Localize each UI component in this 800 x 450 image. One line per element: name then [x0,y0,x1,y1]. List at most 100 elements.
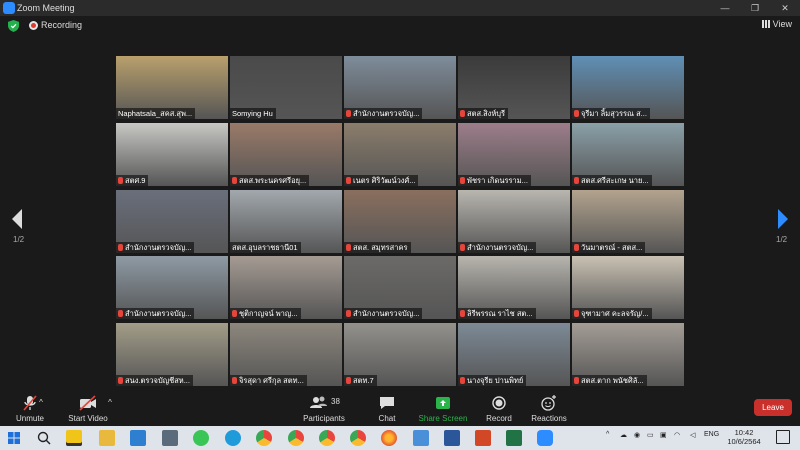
participant-video-tile[interactable]: สตส. สมุทรสาคร [344,189,456,253]
participant-name: สตส.พระนครศรีอยุ... [239,175,307,185]
next-page-arrow-icon[interactable] [776,208,790,230]
video-options-chevron-icon[interactable]: ^ [105,398,115,407]
muted-mic-icon [574,310,579,318]
participant-name: สำนักงานตรวจบัญ... [353,309,420,319]
calculator-icon[interactable] [162,430,178,446]
participant-name: นางจุรีย ปานพิทย์ [467,376,524,385]
powerpoint-app-icon[interactable] [475,430,491,446]
tray-overflow-chevron-icon[interactable]: ^ [606,431,609,438]
participant-count: 38 [331,397,340,406]
chat-button[interactable]: Chat [357,394,417,423]
participant-name-label: ชุติกาญจน์ พาญ... [230,308,301,320]
participant-video-tile[interactable]: วันมาตรณ์ - สตส... [572,189,684,253]
participant-name: สตท.7 [353,376,374,385]
onedrive-cloud-icon[interactable]: ☁ [620,431,627,439]
participant-video-tile[interactable]: นางจุรีย ปานพิทย์ [458,323,570,386]
excel-app-icon[interactable] [506,430,522,446]
participant-video-tile[interactable]: สตส.ตาก พนัชศิลั... [572,323,684,386]
participant-name-label: สตส.ตาก พนัชศิลั... [572,375,647,386]
participant-video-tile[interactable]: Naphatsala_สคส.สุพ... [116,56,228,119]
zoom-app-icon[interactable] [537,430,553,446]
participant-video-tile[interactable]: สำนักงานตรวจบัญ... [116,189,228,253]
participant-name: จุรีมา ลิ้มสุวรรณ ส... [581,109,647,118]
participant-video-tile[interactable]: สตส.พระนครศรีอยุ... [230,122,342,186]
volume-icon[interactable]: ◁ [690,431,695,439]
minimize-button[interactable]: — [710,0,740,16]
input-language[interactable]: ENG [704,431,719,438]
chrome-browser-icon-3[interactable] [319,430,335,446]
participant-name: จิรสุดา ศรีกุล สตท... [239,376,304,385]
close-button[interactable]: ✕ [770,0,800,16]
participant-video-tile[interactable]: สตท.7 [344,323,456,386]
participant-name-label: Somying Hu [230,108,276,119]
participant-video-tile[interactable]: สำนักงานตรวจบัญ... [116,256,228,320]
participant-name: ลิรีพรรณ ราไช สต... [467,309,533,319]
record-label: Record [486,414,512,423]
participant-video-tile[interactable]: จุรีมา ลิ้มสุวรรณ ส... [572,56,684,119]
previous-page-arrow-icon[interactable] [10,208,24,230]
file-explorer-icon[interactable] [99,430,115,446]
reactions-button[interactable]: Reactions [519,394,579,423]
participant-video-tile[interactable]: จุฑามาศ คะลจรัญ/... [572,256,684,320]
participant-video-tile[interactable]: สนง.ตรวจบัญชีสห... [116,323,228,386]
participant-video-tile[interactable]: สตส.ศรีสะเกษ นาย... [572,122,684,186]
audio-options-chevron-icon[interactable]: ^ [36,398,46,407]
muted-mic-icon [574,377,579,384]
reactions-label: Reactions [531,414,567,423]
participant-video-tile[interactable]: สำนักงานตรวจบัญ... [344,56,456,119]
participant-video-tile[interactable]: จิรสุดา ศรีกุล สตท... [230,323,342,386]
windows-start-icon[interactable] [6,430,22,446]
participant-name-label: สตศ.9 [116,174,149,186]
participant-video-tile[interactable]: พัชรา เกิดนรราม... [458,122,570,186]
participant-name-label: สตส.สิงห์บุรี [458,108,509,119]
sticky-notes-app-icon[interactable] [66,430,82,446]
participant-name: สำนักงานตรวจบัญ... [353,109,420,118]
recording-label[interactable]: Recording [41,20,82,30]
participant-video-tile[interactable]: ลิรีพรรณ ราไช สต... [458,256,570,320]
participant-name: สำนักงานตรวจบัญ... [125,242,192,252]
participant-name-label: วันมาตรณ์ - สตส... [572,241,646,253]
firefox-browser-icon[interactable] [381,430,397,446]
chrome-browser-icon-4[interactable] [350,430,366,446]
reactions-smiley-icon [541,395,556,411]
participant-name-label: สตส. สมุทรสาคร [344,241,411,253]
participants-button[interactable]: 38 Participants [294,394,354,423]
tray-app-icon[interactable]: ◉ [634,431,640,439]
share-screen-button[interactable]: Share Screen [413,394,473,423]
video-off-camera-icon [79,395,96,411]
battery-icon[interactable]: ▭ [647,431,654,439]
participant-name: Somying Hu [232,109,273,118]
participant-name: ชุติกาญจน์ พาญ... [239,309,298,319]
wifi-icon[interactable]: ◠ [674,431,680,439]
mail-app-icon[interactable] [130,430,146,446]
participant-video-tile[interactable]: สำนักงานตรวจบัญ... [458,189,570,253]
notifications-icon[interactable] [776,430,790,444]
taskbar-clock[interactable]: 10:42 10/6/2564 [724,428,764,446]
unmute-button[interactable]: Unmute [0,394,60,423]
line-app-icon[interactable] [193,430,209,446]
start-video-label: Start Video [68,414,108,423]
edge-browser-icon[interactable] [225,430,241,446]
participant-video-tile[interactable]: เนตร ศิริวัฒน์วงศ์... [344,122,456,186]
search-icon[interactable] [36,430,52,446]
participant-name: วันมาตรณ์ - สตส... [581,242,643,252]
chrome-browser-icon[interactable] [256,430,272,446]
participant-video-tile[interactable]: สตศ.9 [116,122,228,186]
word-app-icon[interactable] [444,430,460,446]
network-icon[interactable]: ▣ [660,431,667,439]
chrome-browser-icon-2[interactable] [288,430,304,446]
participant-video-tile[interactable]: สำนักงานตรวจบัญ... [344,256,456,320]
participant-video-tile[interactable]: ชุติกาญจน์ พาญ... [230,256,342,320]
leave-button[interactable]: Leave [754,399,792,416]
encryption-shield-icon[interactable] [8,20,19,32]
participant-video-tile[interactable]: Somying Hu [230,56,342,119]
participant-video-tile[interactable]: สตส.อุบลราชธานี01 [230,189,342,253]
participant-name: สตส. สมุทรสาคร [353,242,408,252]
participant-video-tile[interactable]: สตส.สิงห์บุรี [458,56,570,119]
muted-mic-icon [232,377,237,384]
participant-name: สตส.อุบลราชธานี01 [232,242,298,252]
view-button[interactable]: View [761,19,792,29]
muted-mic-icon [460,310,465,318]
todo-app-icon[interactable] [413,430,429,446]
maximize-button[interactable]: ❐ [740,0,770,16]
